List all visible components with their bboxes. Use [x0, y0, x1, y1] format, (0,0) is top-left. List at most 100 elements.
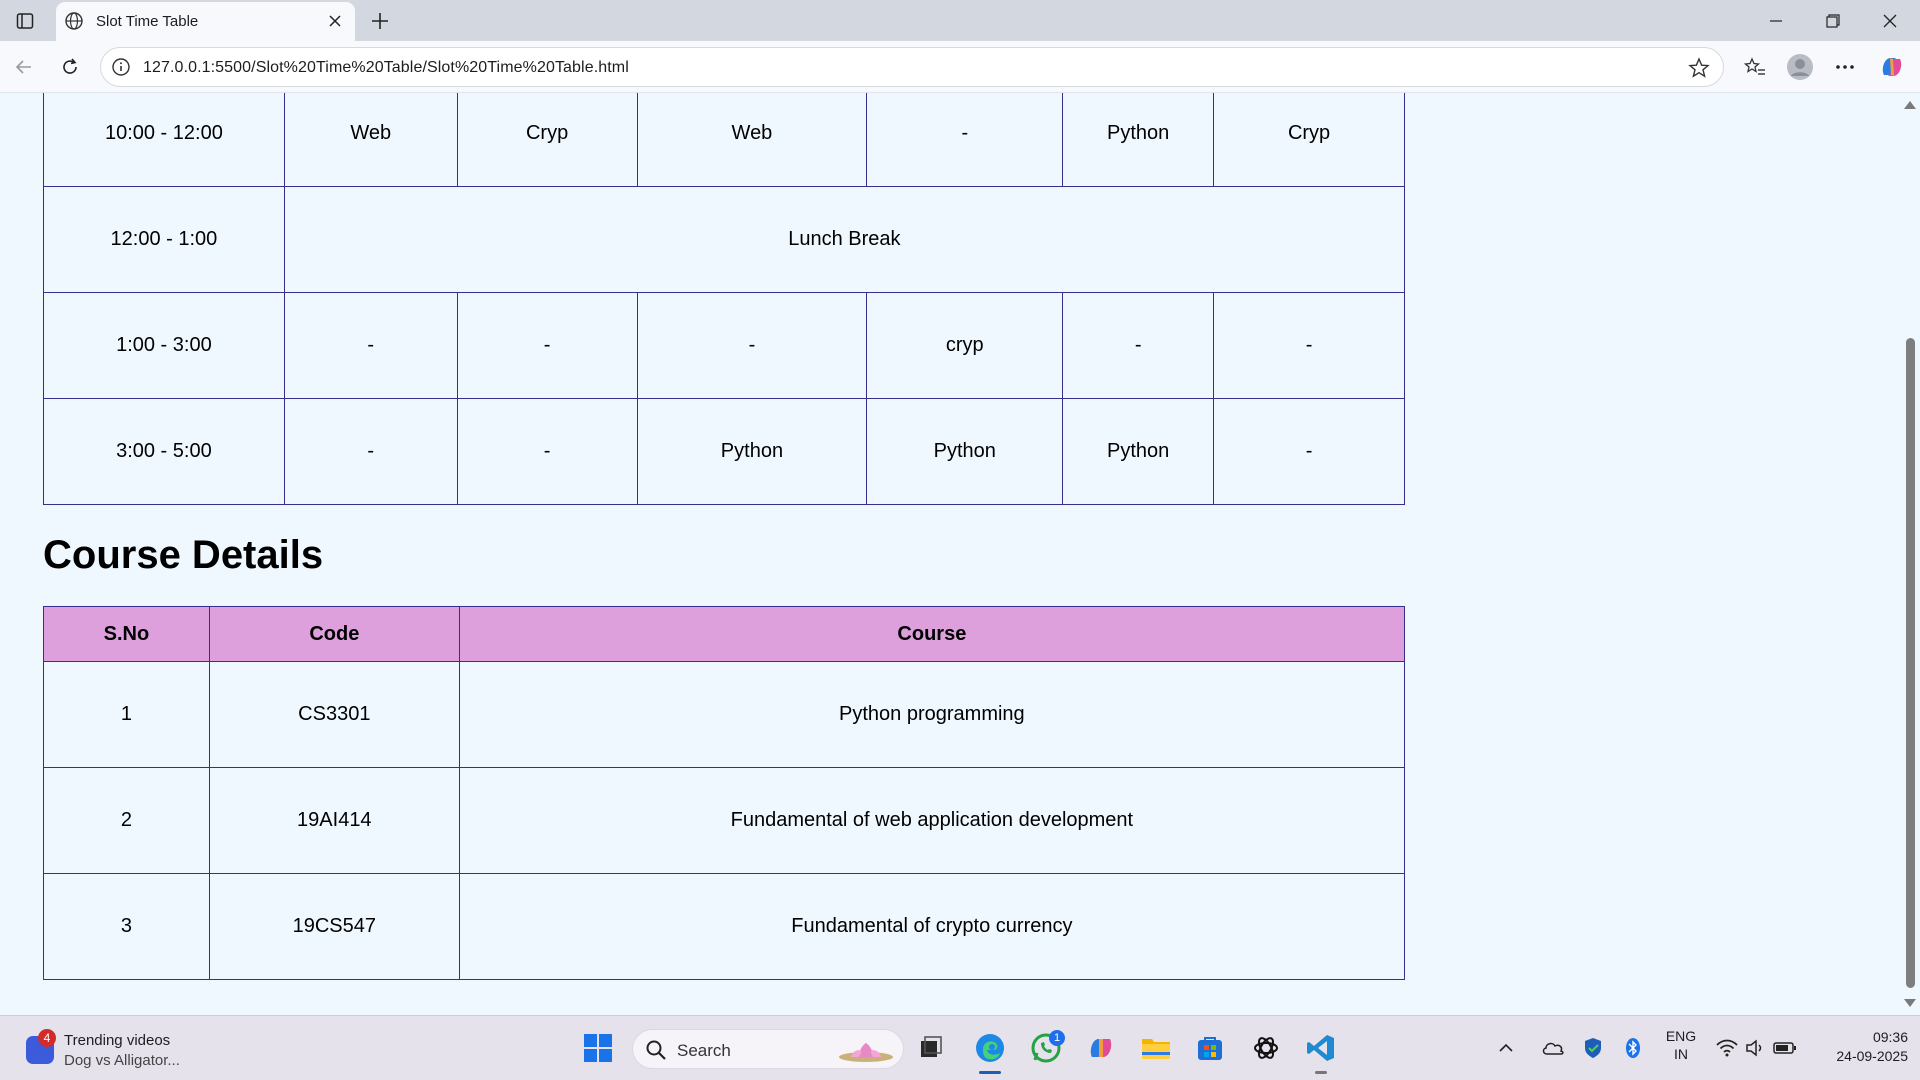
close-window-button[interactable] — [1862, 0, 1918, 41]
new-tab-button[interactable] — [365, 6, 395, 36]
course-table-header-row: S.No Code Course — [43, 606, 1406, 662]
page-viewport: 10:00 - 12:00 Web Cryp Web - Python Cryp 12:00 … — [0, 93, 1920, 1015]
serial-number-cell: 1 — [43, 661, 210, 768]
column-header: Course — [458, 606, 1406, 662]
subject-cell: Python — [636, 398, 868, 505]
widget-title: Trending videos — [64, 1032, 171, 1049]
microsoft-store-icon[interactable] — [1190, 1028, 1230, 1068]
clock[interactable]: 09:36 24-09-2025 — [1812, 1029, 1908, 1064]
favorites-icon[interactable] — [1740, 52, 1770, 82]
subject-cell: cryp — [866, 292, 1064, 399]
search-highlight-icon — [837, 1037, 895, 1063]
task-view-icon[interactable] — [911, 1028, 951, 1068]
timetable-row: 10:00 - 12:00 Web Cryp Web - Python Cryp — [43, 93, 1405, 187]
course-code-cell: CS3301 — [208, 661, 460, 768]
wifi-icon[interactable] — [1712, 1028, 1742, 1068]
course-details-heading: Course Details — [43, 533, 324, 577]
serial-number-cell: 3 — [43, 873, 210, 980]
close-tab-icon[interactable] — [325, 11, 345, 31]
clock-date: 24-09-2025 — [1836, 1048, 1908, 1064]
time-slot-cell: 1:00 - 3:00 — [43, 292, 285, 399]
vertical-scrollbar[interactable] — [1902, 93, 1920, 1015]
timetable-row: 12:00 - 1:00 Lunch Break — [43, 186, 1406, 293]
site-info-icon[interactable] — [111, 57, 131, 77]
show-hidden-icons-chevron-icon[interactable] — [1492, 1028, 1520, 1068]
news-widget[interactable]: 4 Trending videos Dog vs Alligator... — [24, 1026, 254, 1072]
subject-cell: Python — [1062, 93, 1215, 187]
subject-cell: - — [456, 292, 638, 399]
widget-badge: 4 — [38, 1029, 56, 1047]
restore-button[interactable] — [1805, 0, 1861, 41]
url-text[interactable]: 127.0.0.1:5500/Slot%20Time%20Table/Slot%… — [143, 59, 629, 77]
widget-subtitle: Dog vs Alligator... — [64, 1052, 180, 1069]
profile-avatar-icon[interactable] — [1785, 52, 1815, 82]
search-icon — [645, 1039, 667, 1061]
edge-browser-icon[interactable] — [970, 1028, 1010, 1068]
subject-cell: - — [283, 398, 458, 505]
subject-cell: Cryp — [456, 93, 638, 187]
browser-toolbar: 127.0.0.1:5500/Slot%20Time%20Table/Slot%… — [0, 41, 1920, 93]
minimize-button[interactable] — [1748, 0, 1804, 41]
course-row: 3 19CS547 Fundamental of crypto currency — [43, 873, 1406, 980]
language-indicator[interactable]: ENG IN — [1660, 1028, 1702, 1062]
language-code: ENG — [1665, 1028, 1697, 1044]
course-name-cell: Python programming — [458, 661, 1406, 768]
subject-cell: - — [1213, 292, 1405, 399]
serial-number-cell: 2 — [43, 767, 210, 874]
onedrive-cloud-icon[interactable] — [1538, 1028, 1568, 1068]
subject-cell: Web — [283, 93, 458, 187]
subject-cell: - — [456, 398, 638, 505]
search-label: Search — [677, 1041, 731, 1060]
timetable-row: 3:00 - 5:00- - Python Python Python - — [43, 398, 1405, 505]
battery-icon[interactable] — [1770, 1028, 1800, 1068]
scrollbar-thumb[interactable] — [1906, 338, 1915, 988]
lunch-break-cell: Lunch Break — [283, 186, 1406, 293]
active-app-indicator — [979, 1071, 1001, 1074]
file-explorer-icon[interactable] — [1136, 1028, 1176, 1068]
scroll-up-arrow-icon[interactable] — [1904, 101, 1916, 109]
tab-actions-icon[interactable] — [10, 8, 40, 34]
region-code: IN — [1674, 1046, 1688, 1062]
address-bar[interactable]: 127.0.0.1:5500/Slot%20Time%20Table/Slot%… — [100, 47, 1724, 87]
chatgpt-icon[interactable] — [1246, 1028, 1286, 1068]
course-code-cell: 19CS547 — [208, 873, 460, 980]
vscode-icon[interactable] — [1301, 1028, 1341, 1068]
time-slot-cell: 3:00 - 5:00 — [43, 398, 285, 505]
windows-start-icon[interactable] — [578, 1028, 618, 1068]
copilot-app-icon[interactable] — [1081, 1028, 1121, 1068]
globe-icon — [64, 11, 84, 31]
security-shield-icon[interactable] — [1578, 1028, 1608, 1068]
subject-cell: Web — [636, 93, 868, 187]
timetable: 10:00 - 12:00 Web Cryp Web - Python Cryp 12:00 … — [43, 93, 1406, 505]
favorite-star-icon[interactable] — [1687, 56, 1711, 80]
course-code-cell: 19AI414 — [208, 767, 460, 874]
copilot-icon[interactable] — [1877, 52, 1907, 82]
subject-cell: - — [866, 93, 1064, 187]
windows-taskbar: 4 Trending videos Dog vs Alligator... Se… — [0, 1015, 1920, 1080]
clock-time: 09:36 — [1872, 1029, 1908, 1045]
whatsapp-badge: 1 — [1049, 1030, 1065, 1046]
bluetooth-icon[interactable] — [1618, 1028, 1648, 1068]
column-header: S.No — [43, 606, 210, 662]
course-details-table: S.No Code Course 1 CS3301 Python programming… — [43, 606, 1406, 980]
browser-tab-active[interactable]: Slot Time Table — [56, 2, 355, 41]
course-name-cell: Fundamental of web application developme… — [458, 767, 1406, 874]
volume-icon[interactable] — [1740, 1028, 1770, 1068]
taskbar-search[interactable]: Search — [632, 1029, 904, 1069]
subject-cell: - — [636, 292, 868, 399]
subject-cell: Python — [1062, 398, 1215, 505]
subject-cell: - — [1213, 398, 1405, 505]
course-row: 2 19AI414 Fundamental of web application d… — [43, 767, 1406, 874]
back-button[interactable] — [8, 51, 40, 83]
scroll-down-arrow-icon[interactable] — [1904, 999, 1916, 1007]
subject-cell: - — [283, 292, 458, 399]
subject-cell: Python — [866, 398, 1064, 505]
open-app-indicator — [1315, 1071, 1327, 1074]
tab-title: Slot Time Table — [96, 13, 199, 30]
subject-cell: Cryp — [1213, 93, 1405, 187]
browser-title-bar: Slot Time Table — [0, 0, 1920, 41]
more-options-icon[interactable] — [1830, 52, 1860, 82]
subject-cell: - — [1062, 292, 1215, 399]
refresh-button[interactable] — [54, 51, 86, 83]
timetable-row: 1:00 - 3:00- - - cryp - - — [43, 292, 1405, 399]
